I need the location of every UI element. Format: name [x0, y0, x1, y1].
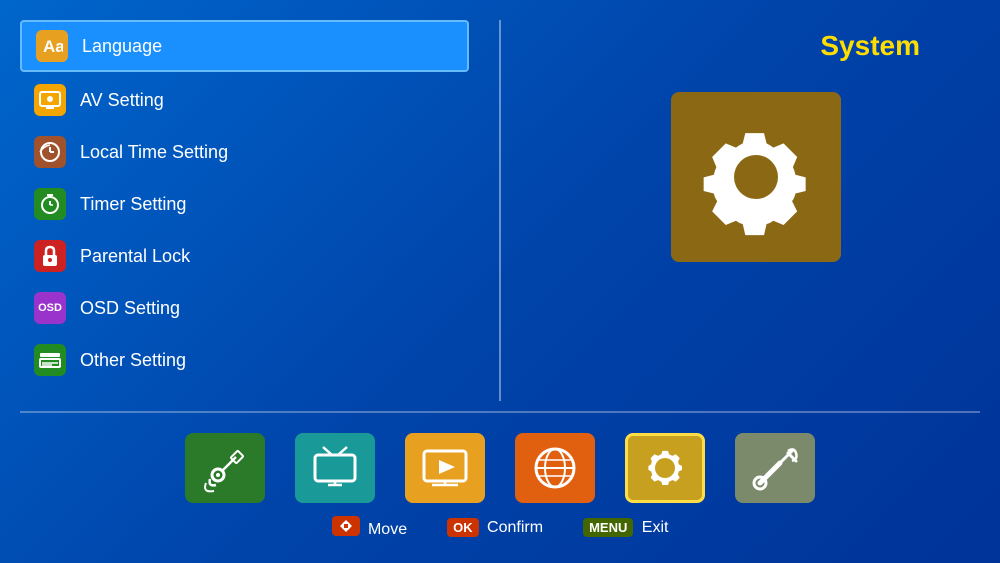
language-icon: Aa [36, 30, 68, 62]
menu-item-av[interactable]: AV Setting [20, 76, 469, 124]
nav-globe-button[interactable] [515, 433, 595, 503]
ok-label: Confirm [487, 519, 543, 536]
ok-control: OK Confirm [447, 518, 543, 537]
menu-item-osd[interactable]: OSD OSD Setting [20, 284, 469, 332]
nav-tools-button[interactable] [735, 433, 815, 503]
osd-icon: OSD [34, 292, 66, 324]
move-label: Move [368, 521, 407, 538]
time-icon [34, 136, 66, 168]
menu-section: Aa Language AV Setting [20, 20, 469, 401]
menu-label: Exit [642, 519, 669, 536]
menu-label-other: Other Setting [80, 350, 186, 371]
timer-icon [34, 188, 66, 220]
menu-item-other[interactable]: Other Setting [20, 336, 469, 384]
section-title: System [820, 30, 920, 62]
other-icon [34, 344, 66, 376]
menu-label-timer: Timer Setting [80, 194, 186, 215]
menu-label-parental: Parental Lock [80, 246, 190, 267]
nav-satellite-button[interactable] [185, 433, 265, 503]
menu-item-timer[interactable]: Timer Setting [20, 180, 469, 228]
ok-badge: OK [447, 518, 479, 537]
vertical-divider [499, 20, 501, 401]
av-icon [34, 84, 66, 116]
main-container: Aa Language AV Setting [0, 0, 1000, 563]
menu-badge: MENU [583, 518, 633, 537]
gear-icon [696, 117, 816, 237]
menu-item-time[interactable]: Local Time Setting [20, 128, 469, 176]
content-area: Aa Language AV Setting [20, 20, 980, 401]
move-badge [332, 516, 360, 536]
bottom-nav [20, 423, 980, 508]
menu-label-osd: OSD Setting [80, 298, 180, 319]
menu-item-parental[interactable]: Parental Lock [20, 232, 469, 280]
menu-control: MENU Exit [583, 518, 668, 537]
nav-media-button[interactable] [405, 433, 485, 503]
nav-tv-button[interactable] [295, 433, 375, 503]
svg-text:Aa: Aa [43, 37, 63, 56]
parental-icon [34, 240, 66, 272]
menu-label-language: Language [82, 36, 162, 57]
right-section: System [531, 20, 980, 401]
menu-label-time: Local Time Setting [80, 142, 228, 163]
system-icon-box [671, 92, 841, 262]
status-bar: Move OK Confirm MENU Exit [20, 508, 980, 543]
menu-item-language[interactable]: Aa Language [20, 20, 469, 72]
move-control: Move [332, 516, 408, 539]
menu-label-av: AV Setting [80, 90, 164, 111]
divider [20, 411, 980, 413]
nav-system-button[interactable] [625, 433, 705, 503]
